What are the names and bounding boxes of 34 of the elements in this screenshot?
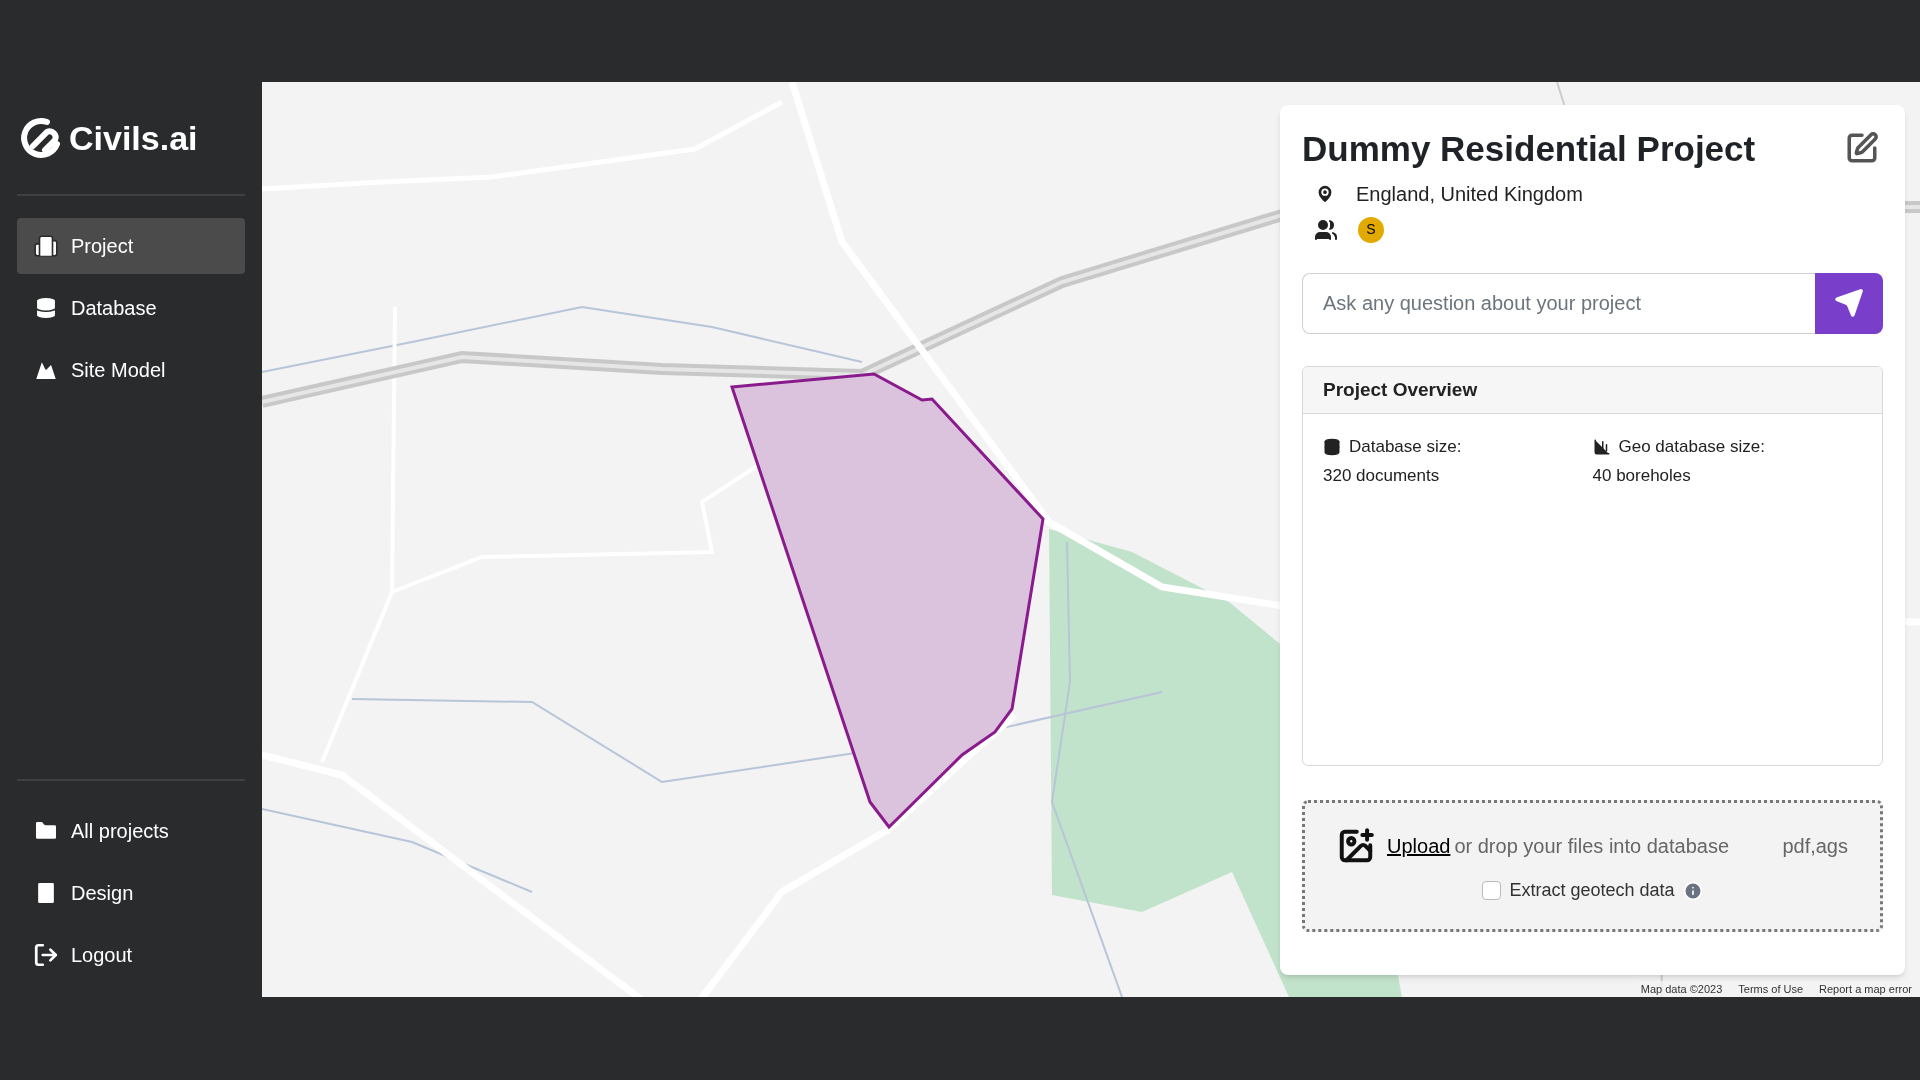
send-icon — [1834, 288, 1864, 319]
extract-checkbox[interactable] — [1482, 881, 1502, 901]
sidebar-item[interactable]: Design — [17, 865, 245, 921]
stat-value: 40 boreholes — [1592, 465, 1692, 488]
overview-title: Project Overview — [1323, 377, 1478, 402]
stat-icon — [1323, 437, 1341, 456]
sidebar-item-icon — [33, 942, 59, 968]
send-button[interactable] — [1815, 272, 1883, 334]
extract-label: Extract geotech data — [1509, 879, 1675, 903]
info-icon[interactable] — [1682, 880, 1703, 901]
stat-icon — [1592, 437, 1611, 456]
upload-link[interactable]: Upload — [1387, 831, 1451, 862]
map-attribution[interactable]: Terms of Use — [1738, 980, 1804, 997]
sidebar-item[interactable]: Logout — [17, 927, 245, 983]
map-attribution[interactable]: Report a map error — [1819, 980, 1912, 997]
users-icon — [1314, 217, 1338, 242]
file-formats: pdf,ags — [1782, 834, 1848, 860]
member-avatar[interactable]: S — [1358, 216, 1384, 243]
map-attribution: Map data ©2023 — [1640, 981, 1723, 997]
stat-value: 320 documents — [1323, 465, 1441, 488]
sidebar-item-icon — [33, 233, 59, 259]
sidebar-item[interactable]: Project — [17, 218, 245, 274]
upload-dropzone[interactable]: Upload or drop your files into database pdf,ags Extract geotech data — [1302, 799, 1883, 932]
question-field[interactable]: Ask any question about your project — [1302, 272, 1815, 334]
brand-name: Civils.ai — [69, 117, 198, 159]
edit-icon[interactable] — [1845, 131, 1879, 165]
upload-text: or drop your files into database — [1454, 834, 1729, 860]
project-location: England, United Kingdom — [1356, 181, 1583, 207]
stat-label: Geo database size: — [1618, 435, 1765, 458]
sidebar-item[interactable]: Database — [17, 280, 245, 336]
sidebar-item[interactable]: Site Model — [17, 342, 245, 398]
stat-label: Database size: — [1349, 435, 1462, 458]
project-title: Dummy Residential Project — [1302, 128, 1756, 170]
sidebar-item[interactable]: All projects — [17, 803, 245, 859]
